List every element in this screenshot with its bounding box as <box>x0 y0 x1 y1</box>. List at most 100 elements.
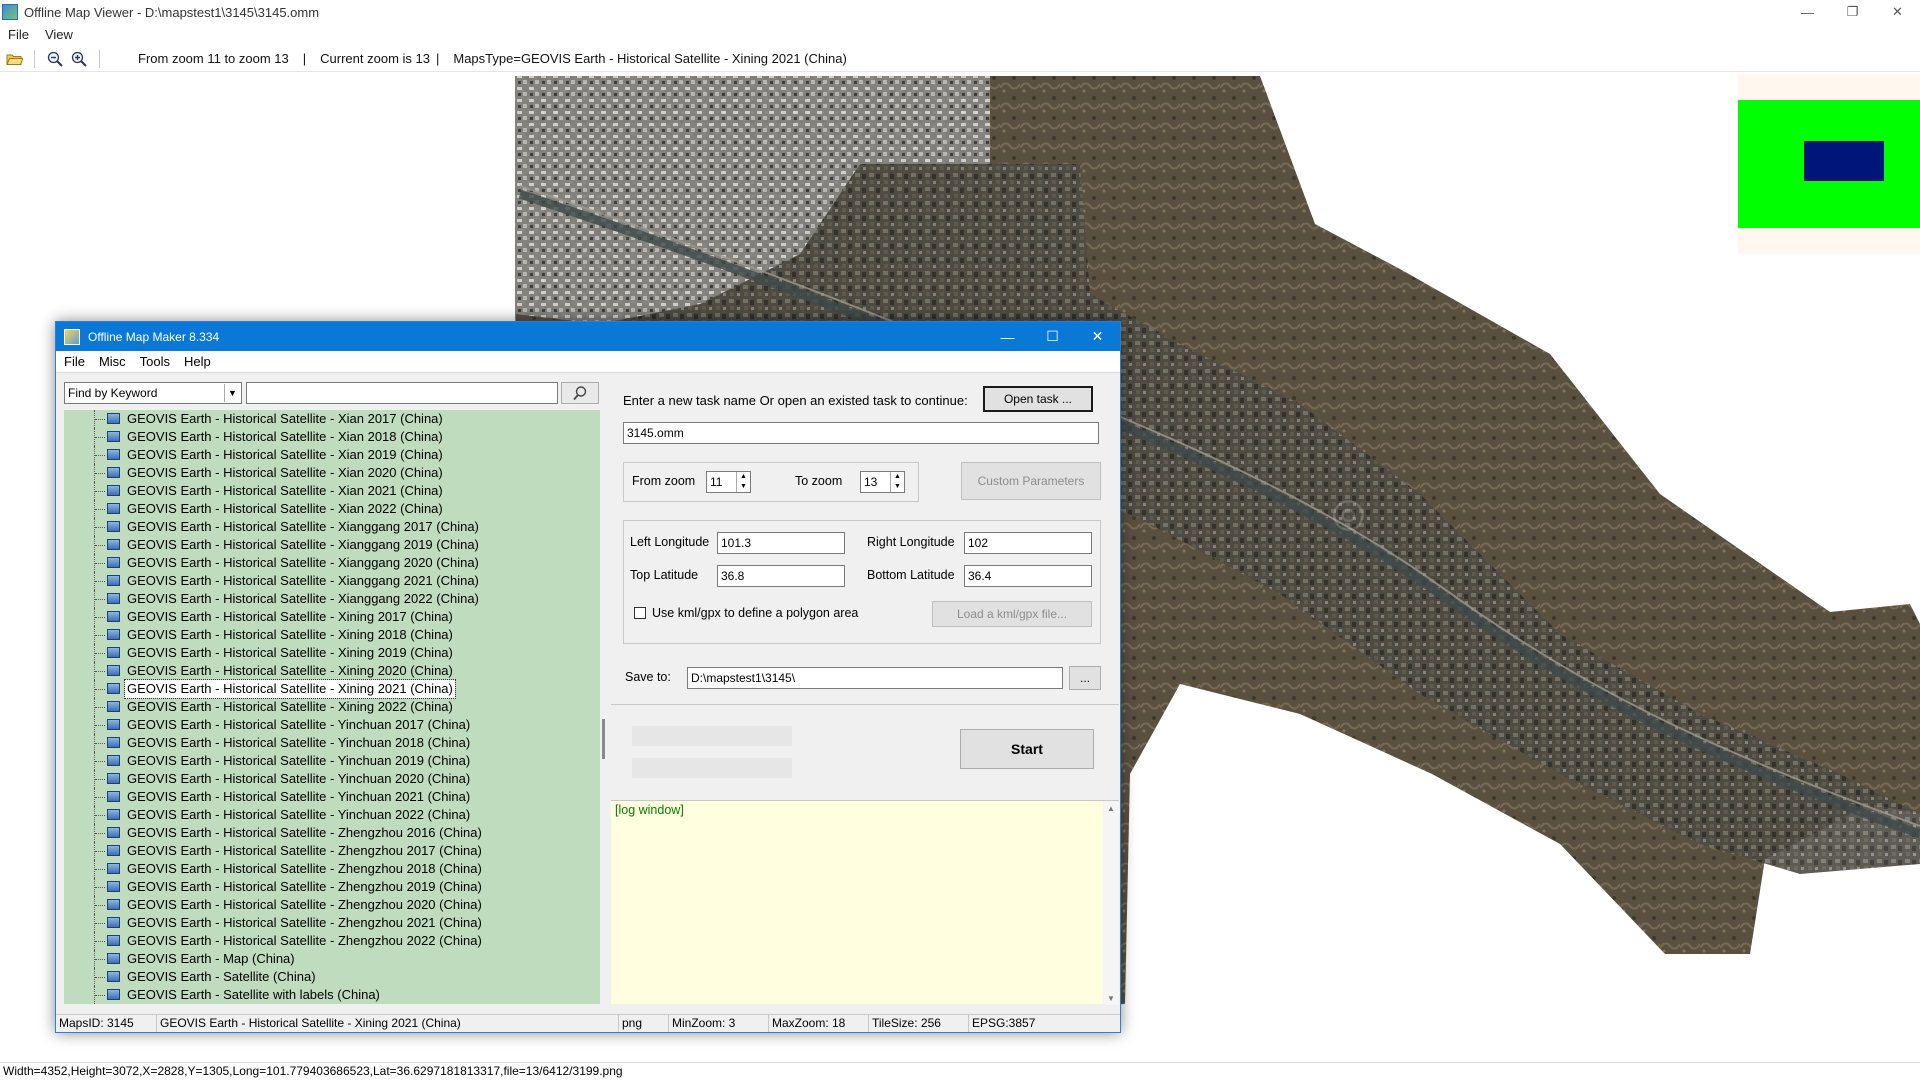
tree-item[interactable]: GEOVIS Earth - Historical Satellite - Xi… <box>64 518 600 536</box>
to-zoom-spin-buttons[interactable]: ▲ ▼ <box>890 472 904 492</box>
tree-item[interactable]: GEOVIS Earth - Historical Satellite - Zh… <box>64 860 600 878</box>
keyword-input[interactable] <box>246 382 558 404</box>
dialog-menu-misc[interactable]: Misc <box>93 354 132 369</box>
tree-item[interactable]: GEOVIS Earth - Historical Satellite - Yi… <box>64 752 600 770</box>
tree-item[interactable]: GEOVIS Earth - Historical Satellite - Yi… <box>64 770 600 788</box>
task-name-input[interactable]: 3145.omm <box>623 422 1099 444</box>
tree-item[interactable]: GEOVIS Earth - Historical Satellite - Zh… <box>64 842 600 860</box>
tree-item[interactable]: GEOVIS Earth - Historical Satellite - Yi… <box>64 716 600 734</box>
tree-connector <box>95 995 105 996</box>
tree-item[interactable]: GEOVIS Earth - Historical Satellite - Zh… <box>64 878 600 896</box>
tree-item[interactable]: GEOVIS Earth - Historical Satellite - Xi… <box>64 698 600 716</box>
start-button[interactable]: Start <box>960 729 1094 769</box>
tree-item[interactable]: GEOVIS Earth - Historical Satellite - Xi… <box>64 572 600 590</box>
tree-connector <box>95 581 105 582</box>
dialog-menu-help[interactable]: Help <box>178 354 217 369</box>
scroll-up-icon[interactable]: ▲ <box>1103 801 1119 815</box>
tree-item[interactable]: GEOVIS Earth - Historical Satellite - Xi… <box>64 464 600 482</box>
tree-item[interactable]: GEOVIS Earth - Historical Satellite - Zh… <box>64 896 600 914</box>
task-panel: Enter a new task name Or open an existed… <box>611 374 1119 1005</box>
use-kml-checkbox[interactable] <box>634 607 646 619</box>
spin-down-icon[interactable]: ▼ <box>894 483 901 491</box>
tree-item[interactable]: GEOVIS Earth - Historical Satellite - Xi… <box>64 662 600 680</box>
dialog-minimize-button[interactable]: — <box>985 322 1030 351</box>
viewer-menu-file[interactable]: File <box>0 27 37 42</box>
spin-up-icon[interactable]: ▲ <box>894 473 901 481</box>
tree-item[interactable]: GEOVIS Earth - Historical Satellite - Zh… <box>64 824 600 842</box>
viewer-minimize-button[interactable]: — <box>1785 0 1830 24</box>
to-zoom-stepper[interactable]: 13 ▲ ▼ <box>860 471 905 493</box>
left-longitude-input[interactable]: 101.3 <box>717 532 845 554</box>
log-window[interactable]: [log window] ▲ ▼ <box>611 800 1119 1005</box>
open-task-button[interactable]: Open task ... <box>983 386 1093 412</box>
tree-item[interactable]: GEOVIS Earth - Historical Satellite - Xi… <box>64 482 600 500</box>
load-kml-button[interactable]: Load a kml/gpx file... <box>932 601 1092 627</box>
tree-item-label: GEOVIS Earth - Historical Satellite - Yi… <box>127 807 471 822</box>
open-folder-icon[interactable] <box>4 49 24 69</box>
zoom-out-icon[interactable] <box>45 49 65 69</box>
search-button[interactable] <box>561 382 599 404</box>
zoom-range-label: From zoom 11 to zoom 13 <box>138 51 289 66</box>
viewer-close-button[interactable]: ✕ <box>1875 0 1920 24</box>
tree-item[interactable]: GEOVIS Earth - Historical Satellite - Yi… <box>64 734 600 752</box>
tree-item[interactable]: GEOVIS Earth - Historical Satellite - Xi… <box>64 536 600 554</box>
splitter-handle[interactable] <box>602 719 605 759</box>
tree-item[interactable]: GEOVIS Earth - Satellite (China) <box>64 968 600 986</box>
scroll-down-icon[interactable]: ▼ <box>1103 991 1119 1005</box>
status-tile-size: TileSize: 256 <box>869 1015 969 1032</box>
tree-item[interactable]: GEOVIS Earth - Historical Satellite - Zh… <box>64 932 600 950</box>
top-latitude-input[interactable]: 36.8 <box>717 565 845 587</box>
tree-connector <box>95 437 105 438</box>
dialog-close-button[interactable]: ✕ <box>1075 322 1120 351</box>
viewer-restore-button[interactable]: ❐ <box>1830 0 1875 24</box>
dialog-menu-file[interactable]: File <box>58 354 91 369</box>
tree-item[interactable]: GEOVIS Earth - Historical Satellite - Xi… <box>64 626 600 644</box>
tree-item-label: GEOVIS Earth - Historical Satellite - Xi… <box>127 555 479 570</box>
tree-connector <box>95 869 105 870</box>
tree-item[interactable]: GEOVIS Earth - Historical Satellite - Zh… <box>64 914 600 932</box>
search-mode-select[interactable]: Find by Keyword ▼ <box>64 382 242 404</box>
map-maker-app-icon <box>64 328 80 345</box>
zoom-in-icon[interactable] <box>69 49 89 69</box>
tree-connector <box>95 455 105 456</box>
spin-up-icon[interactable]: ▲ <box>740 473 747 481</box>
map-source-tree[interactable]: GEOVIS Earth - Historical Satellite - Xi… <box>64 410 600 1004</box>
maps-type-label: MapsType=GEOVIS Earth - Historical Satel… <box>453 51 847 66</box>
tree-item[interactable]: GEOVIS Earth - Historical Satellite - Xi… <box>64 590 600 608</box>
tree-item[interactable]: GEOVIS Earth - Historical Satellite - Xi… <box>64 608 600 626</box>
from-zoom-spin-buttons[interactable]: ▲ ▼ <box>736 472 750 492</box>
tree-item[interactable]: GEOVIS Earth - Map (China) <box>64 950 600 968</box>
bottom-latitude-input[interactable]: 36.4 <box>964 565 1092 587</box>
save-path-input[interactable]: D:\mapstest1\3145\ <box>687 667 1063 689</box>
overview-minimap[interactable] <box>1738 74 1920 254</box>
tree-item[interactable]: GEOVIS Earth - Satellite with labels (Ch… <box>64 986 600 1004</box>
tree-item[interactable]: GEOVIS Earth - Historical Satellite - Xi… <box>64 644 600 662</box>
tree-item[interactable]: GEOVIS Earth - Historical Satellite - Xi… <box>64 410 600 428</box>
tree-connector <box>95 671 105 672</box>
dialog-maximize-button[interactable]: ☐ <box>1030 322 1075 351</box>
viewer-menu-view[interactable]: View <box>37 27 81 42</box>
tree-item[interactable]: GEOVIS Earth - Historical Satellite - Xi… <box>64 500 600 518</box>
tree-item[interactable]: GEOVIS Earth - Historical Satellite - Xi… <box>64 554 600 572</box>
spin-down-icon[interactable]: ▼ <box>740 483 747 491</box>
from-zoom-stepper[interactable]: 11 ▲ ▼ <box>706 471 751 493</box>
map-source-icon <box>107 683 120 694</box>
custom-parameters-button[interactable]: Custom Parameters <box>961 462 1101 500</box>
dialog-menu-tools[interactable]: Tools <box>134 354 176 369</box>
top-latitude-label: Top Latitude <box>630 568 699 582</box>
map-source-icon <box>107 557 120 568</box>
overview-viewport-rect[interactable] <box>1804 141 1884 181</box>
tree-item[interactable]: GEOVIS Earth - Historical Satellite - Yi… <box>64 806 600 824</box>
chevron-down-icon[interactable]: ▼ <box>224 384 240 402</box>
right-longitude-input[interactable]: 102 <box>964 532 1092 554</box>
browse-folder-button[interactable]: ... <box>1069 666 1101 690</box>
tree-item[interactable]: GEOVIS Earth - Historical Satellite - Xi… <box>64 446 600 464</box>
map-source-icon <box>107 665 120 676</box>
log-scrollbar[interactable]: ▲ ▼ <box>1103 801 1119 1005</box>
dialog-window-controls: — ☐ ✕ <box>985 322 1120 351</box>
tree-item[interactable]: GEOVIS Earth - Historical Satellite - Yi… <box>64 788 600 806</box>
map-source-icon <box>107 647 120 658</box>
tree-item[interactable]: GEOVIS Earth - Historical Satellite - Xi… <box>64 679 600 699</box>
tree-item[interactable]: GEOVIS Earth - Historical Satellite - Xi… <box>64 428 600 446</box>
viewer-window-controls: — ❐ ✕ <box>1785 0 1920 24</box>
